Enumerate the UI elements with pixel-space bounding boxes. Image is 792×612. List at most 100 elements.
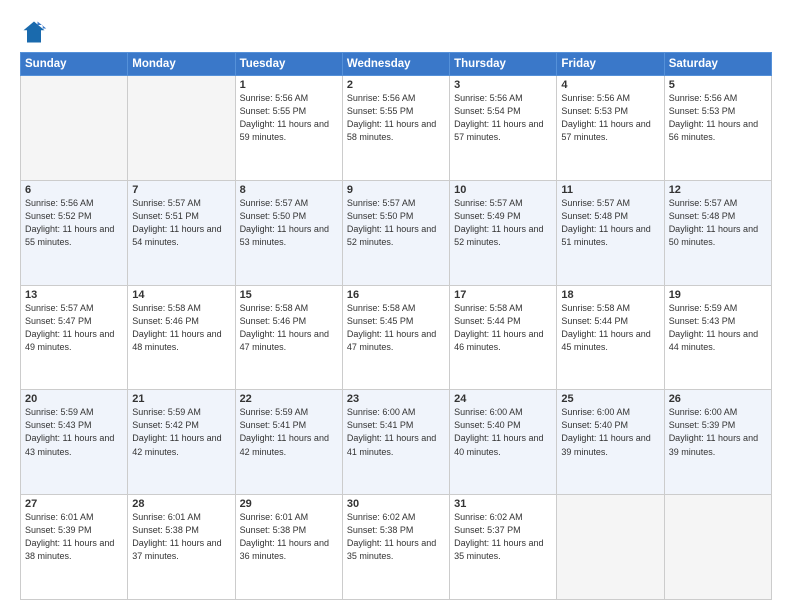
header xyxy=(20,18,772,46)
logo xyxy=(20,18,52,46)
calendar-cell: 13Sunrise: 5:57 AM Sunset: 5:47 PM Dayli… xyxy=(21,285,128,390)
day-number: 12 xyxy=(669,184,767,196)
calendar-cell: 10Sunrise: 5:57 AM Sunset: 5:49 PM Dayli… xyxy=(450,180,557,285)
day-info: Sunrise: 5:59 AM Sunset: 5:43 PM Dayligh… xyxy=(669,302,767,354)
calendar-week-row: 13Sunrise: 5:57 AM Sunset: 5:47 PM Dayli… xyxy=(21,285,772,390)
calendar-week-row: 6Sunrise: 5:56 AM Sunset: 5:52 PM Daylig… xyxy=(21,180,772,285)
day-number: 25 xyxy=(561,393,659,405)
day-info: Sunrise: 5:57 AM Sunset: 5:49 PM Dayligh… xyxy=(454,197,552,249)
calendar-cell: 16Sunrise: 5:58 AM Sunset: 5:45 PM Dayli… xyxy=(342,285,449,390)
day-info: Sunrise: 5:58 AM Sunset: 5:44 PM Dayligh… xyxy=(561,302,659,354)
day-info: Sunrise: 5:56 AM Sunset: 5:55 PM Dayligh… xyxy=(240,92,338,144)
day-number: 19 xyxy=(669,289,767,301)
day-number: 16 xyxy=(347,289,445,301)
day-info: Sunrise: 6:00 AM Sunset: 5:40 PM Dayligh… xyxy=(454,406,552,458)
day-info: Sunrise: 5:56 AM Sunset: 5:53 PM Dayligh… xyxy=(669,92,767,144)
day-info: Sunrise: 5:58 AM Sunset: 5:44 PM Dayligh… xyxy=(454,302,552,354)
day-number: 23 xyxy=(347,393,445,405)
calendar-cell xyxy=(128,76,235,181)
calendar-cell: 5Sunrise: 5:56 AM Sunset: 5:53 PM Daylig… xyxy=(664,76,771,181)
day-number: 20 xyxy=(25,393,123,405)
calendar-cell: 29Sunrise: 6:01 AM Sunset: 5:38 PM Dayli… xyxy=(235,495,342,600)
weekday-header-sunday: Sunday xyxy=(21,53,128,76)
calendar-cell: 1Sunrise: 5:56 AM Sunset: 5:55 PM Daylig… xyxy=(235,76,342,181)
day-info: Sunrise: 6:00 AM Sunset: 5:41 PM Dayligh… xyxy=(347,406,445,458)
day-number: 3 xyxy=(454,79,552,91)
day-info: Sunrise: 5:57 AM Sunset: 5:47 PM Dayligh… xyxy=(25,302,123,354)
calendar-table: SundayMondayTuesdayWednesdayThursdayFrid… xyxy=(20,52,772,600)
calendar-cell: 23Sunrise: 6:00 AM Sunset: 5:41 PM Dayli… xyxy=(342,390,449,495)
day-number: 1 xyxy=(240,79,338,91)
calendar-cell: 4Sunrise: 5:56 AM Sunset: 5:53 PM Daylig… xyxy=(557,76,664,181)
calendar-cell: 31Sunrise: 6:02 AM Sunset: 5:37 PM Dayli… xyxy=(450,495,557,600)
day-number: 31 xyxy=(454,498,552,510)
weekday-header-saturday: Saturday xyxy=(664,53,771,76)
day-info: Sunrise: 5:57 AM Sunset: 5:51 PM Dayligh… xyxy=(132,197,230,249)
day-number: 15 xyxy=(240,289,338,301)
weekday-header-wednesday: Wednesday xyxy=(342,53,449,76)
day-number: 7 xyxy=(132,184,230,196)
day-number: 28 xyxy=(132,498,230,510)
day-info: Sunrise: 5:56 AM Sunset: 5:52 PM Dayligh… xyxy=(25,197,123,249)
day-number: 18 xyxy=(561,289,659,301)
page: SundayMondayTuesdayWednesdayThursdayFrid… xyxy=(0,0,792,612)
day-info: Sunrise: 5:57 AM Sunset: 5:50 PM Dayligh… xyxy=(240,197,338,249)
weekday-header-friday: Friday xyxy=(557,53,664,76)
logo-icon xyxy=(20,18,48,46)
calendar-cell xyxy=(557,495,664,600)
calendar-cell: 17Sunrise: 5:58 AM Sunset: 5:44 PM Dayli… xyxy=(450,285,557,390)
day-number: 26 xyxy=(669,393,767,405)
day-info: Sunrise: 5:58 AM Sunset: 5:45 PM Dayligh… xyxy=(347,302,445,354)
calendar-week-row: 27Sunrise: 6:01 AM Sunset: 5:39 PM Dayli… xyxy=(21,495,772,600)
calendar-cell: 28Sunrise: 6:01 AM Sunset: 5:38 PM Dayli… xyxy=(128,495,235,600)
calendar-cell xyxy=(21,76,128,181)
calendar-cell: 12Sunrise: 5:57 AM Sunset: 5:48 PM Dayli… xyxy=(664,180,771,285)
calendar-cell: 7Sunrise: 5:57 AM Sunset: 5:51 PM Daylig… xyxy=(128,180,235,285)
day-number: 6 xyxy=(25,184,123,196)
calendar-cell: 6Sunrise: 5:56 AM Sunset: 5:52 PM Daylig… xyxy=(21,180,128,285)
day-info: Sunrise: 5:57 AM Sunset: 5:48 PM Dayligh… xyxy=(669,197,767,249)
calendar-cell: 26Sunrise: 6:00 AM Sunset: 5:39 PM Dayli… xyxy=(664,390,771,495)
day-info: Sunrise: 5:56 AM Sunset: 5:53 PM Dayligh… xyxy=(561,92,659,144)
calendar-cell: 14Sunrise: 5:58 AM Sunset: 5:46 PM Dayli… xyxy=(128,285,235,390)
day-info: Sunrise: 5:59 AM Sunset: 5:41 PM Dayligh… xyxy=(240,406,338,458)
day-number: 5 xyxy=(669,79,767,91)
weekday-header-monday: Monday xyxy=(128,53,235,76)
calendar-week-row: 20Sunrise: 5:59 AM Sunset: 5:43 PM Dayli… xyxy=(21,390,772,495)
calendar-cell: 27Sunrise: 6:01 AM Sunset: 5:39 PM Dayli… xyxy=(21,495,128,600)
weekday-header-thursday: Thursday xyxy=(450,53,557,76)
day-info: Sunrise: 5:59 AM Sunset: 5:43 PM Dayligh… xyxy=(25,406,123,458)
weekday-header-tuesday: Tuesday xyxy=(235,53,342,76)
day-info: Sunrise: 5:57 AM Sunset: 5:48 PM Dayligh… xyxy=(561,197,659,249)
day-info: Sunrise: 5:59 AM Sunset: 5:42 PM Dayligh… xyxy=(132,406,230,458)
day-number: 14 xyxy=(132,289,230,301)
day-info: Sunrise: 6:01 AM Sunset: 5:39 PM Dayligh… xyxy=(25,511,123,563)
day-number: 11 xyxy=(561,184,659,196)
calendar-cell: 2Sunrise: 5:56 AM Sunset: 5:55 PM Daylig… xyxy=(342,76,449,181)
day-number: 2 xyxy=(347,79,445,91)
day-number: 13 xyxy=(25,289,123,301)
day-number: 17 xyxy=(454,289,552,301)
calendar-cell: 25Sunrise: 6:00 AM Sunset: 5:40 PM Dayli… xyxy=(557,390,664,495)
calendar-cell: 8Sunrise: 5:57 AM Sunset: 5:50 PM Daylig… xyxy=(235,180,342,285)
day-info: Sunrise: 5:56 AM Sunset: 5:55 PM Dayligh… xyxy=(347,92,445,144)
calendar-cell: 11Sunrise: 5:57 AM Sunset: 5:48 PM Dayli… xyxy=(557,180,664,285)
calendar-cell xyxy=(664,495,771,600)
calendar-cell: 9Sunrise: 5:57 AM Sunset: 5:50 PM Daylig… xyxy=(342,180,449,285)
day-info: Sunrise: 6:00 AM Sunset: 5:40 PM Dayligh… xyxy=(561,406,659,458)
calendar-cell: 15Sunrise: 5:58 AM Sunset: 5:46 PM Dayli… xyxy=(235,285,342,390)
calendar-cell: 18Sunrise: 5:58 AM Sunset: 5:44 PM Dayli… xyxy=(557,285,664,390)
day-number: 8 xyxy=(240,184,338,196)
day-info: Sunrise: 6:01 AM Sunset: 5:38 PM Dayligh… xyxy=(240,511,338,563)
day-info: Sunrise: 5:58 AM Sunset: 5:46 PM Dayligh… xyxy=(240,302,338,354)
day-info: Sunrise: 5:58 AM Sunset: 5:46 PM Dayligh… xyxy=(132,302,230,354)
day-info: Sunrise: 6:00 AM Sunset: 5:39 PM Dayligh… xyxy=(669,406,767,458)
day-info: Sunrise: 6:02 AM Sunset: 5:37 PM Dayligh… xyxy=(454,511,552,563)
day-number: 21 xyxy=(132,393,230,405)
calendar-cell: 19Sunrise: 5:59 AM Sunset: 5:43 PM Dayli… xyxy=(664,285,771,390)
day-number: 29 xyxy=(240,498,338,510)
calendar-cell: 30Sunrise: 6:02 AM Sunset: 5:38 PM Dayli… xyxy=(342,495,449,600)
day-info: Sunrise: 5:56 AM Sunset: 5:54 PM Dayligh… xyxy=(454,92,552,144)
calendar-cell: 21Sunrise: 5:59 AM Sunset: 5:42 PM Dayli… xyxy=(128,390,235,495)
calendar-cell: 24Sunrise: 6:00 AM Sunset: 5:40 PM Dayli… xyxy=(450,390,557,495)
